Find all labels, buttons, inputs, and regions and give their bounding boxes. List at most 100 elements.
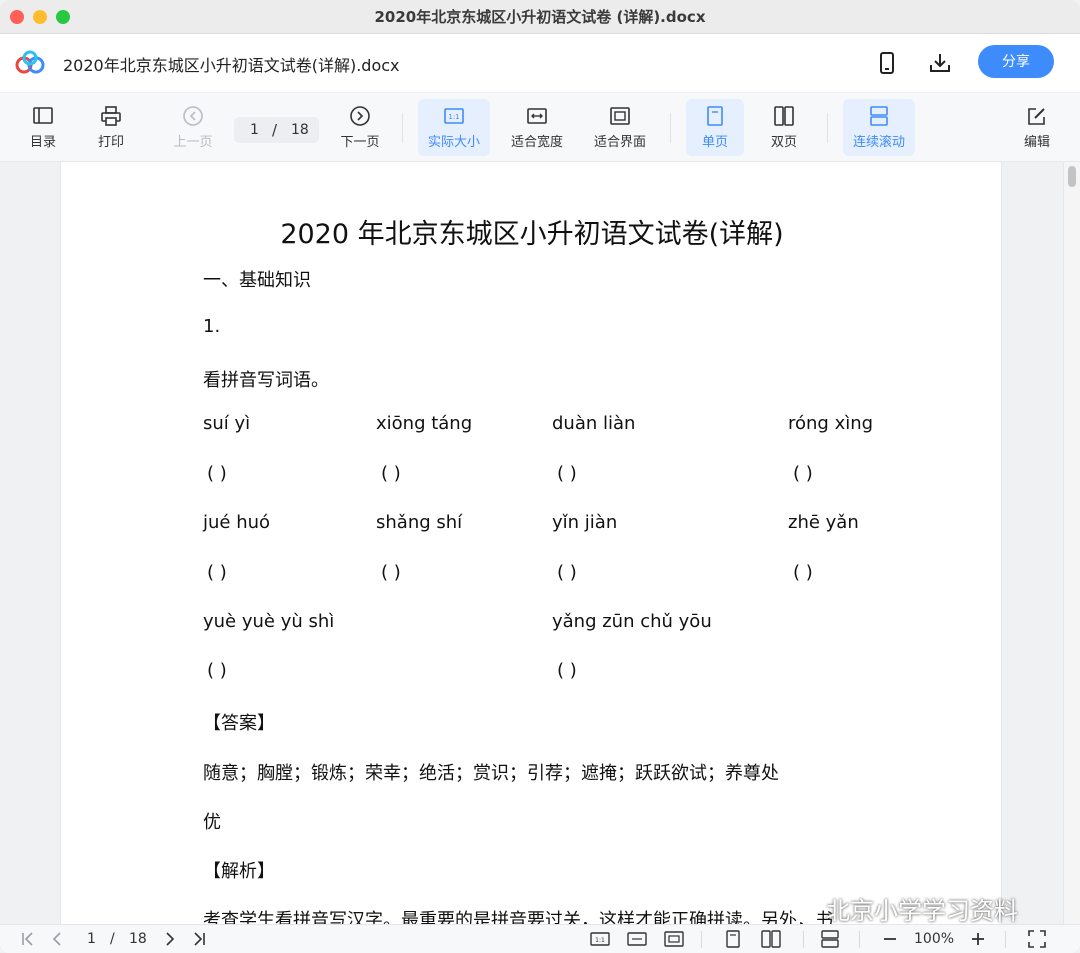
fit-width-label: 适合宽度: [510, 135, 563, 150]
document-page: 2020 年北京东城区小升初语文试卷(详解) 一、基础知识 1. 看拼音写词语。…: [60, 162, 1002, 924]
next-page-button[interactable]: 下一页: [333, 99, 387, 156]
next-page-status-button[interactable]: [160, 929, 180, 949]
toc-icon: [33, 107, 53, 124]
answer-blank: ( ): [381, 562, 401, 583]
status-actual-size-button[interactable]: 1:1: [590, 929, 610, 949]
minus-icon: [884, 938, 896, 940]
document-title: 2020 年北京东城区小升初语文试卷(详解): [280, 219, 784, 250]
answer-blank: ( ): [557, 562, 577, 583]
prev-page-label: 上一页: [173, 135, 213, 150]
actual-size-label: 实际大小: [427, 135, 480, 150]
question-instruction: 看拼音写词语。: [203, 370, 329, 391]
answer-text: 随意；胸膛；锻炼；荣幸；绝活；赏识；引荐；遮掩；跃跃欲试；养尊处: [203, 763, 779, 784]
toolbar-divider: [670, 113, 671, 143]
status-total-pages: 18: [129, 931, 147, 947]
status-continuous-scroll-button[interactable]: [820, 929, 840, 949]
pinyin-item: suí yì: [203, 413, 251, 434]
zoom-in-button[interactable]: [968, 929, 988, 949]
zoom-level[interactable]: 100%: [914, 931, 954, 947]
app-header: 2020年北京东城区小升初语文试卷(详解).docx 分享: [0, 34, 1080, 93]
answer-blank: ( ): [207, 463, 227, 484]
double-page-label: 双页: [770, 135, 797, 150]
vertical-scrollbar[interactable]: [1063, 162, 1080, 924]
edit-icon: [1028, 108, 1045, 125]
pinyin-item: róng xìng: [788, 413, 874, 434]
pinyin-item: jué huó: [203, 512, 271, 533]
status-page-separator: /: [110, 931, 115, 947]
double-page-icon: [761, 930, 781, 948]
fullscreen-button[interactable]: [1027, 929, 1047, 949]
continuous-scroll-label: 连续滚动: [852, 135, 905, 150]
status-single-page-button[interactable]: [723, 929, 743, 949]
fit-width-button[interactable]: 适合宽度: [503, 99, 571, 156]
chevron-right-icon: [166, 932, 175, 946]
baidu-netdisk-logo-icon: [15, 50, 45, 74]
status-fit-screen-button[interactable]: [664, 929, 684, 949]
fit-screen-icon: [610, 107, 630, 125]
actual-size-icon: 1:1: [590, 932, 610, 946]
pinyin-item: shǎng shí: [376, 512, 463, 533]
question-number: 1.: [203, 316, 221, 337]
download-icon[interactable]: [927, 50, 953, 76]
double-page-button[interactable]: 双页: [756, 99, 812, 156]
edit-button[interactable]: 编辑: [1012, 99, 1062, 156]
toc-label: 目录: [29, 135, 56, 150]
app-window: 2020年北京东城区小升初语文试卷 (详解).docx 2020年北京东城区小升…: [0, 0, 1080, 953]
phone-icon[interactable]: [874, 50, 900, 76]
analysis-text: 考查学生看拼音写汉字。最重要的是拼音要过关，这样才能正确拼读。另外，书: [203, 910, 833, 924]
scrollbar-thumb[interactable]: [1068, 166, 1076, 187]
pinyin-item: yǐn jiàn: [552, 512, 618, 533]
actual-size-button[interactable]: 1:1 实际大小: [418, 99, 490, 156]
status-current-page[interactable]: 1: [87, 931, 96, 947]
first-page-icon: [22, 932, 33, 946]
single-page-button[interactable]: 单页: [686, 99, 744, 156]
answer-blank: ( ): [557, 660, 577, 681]
chevron-left-icon: [52, 932, 61, 946]
continuous-scroll-icon: [821, 930, 839, 948]
toolbar-divider: [827, 113, 828, 143]
pinyin-item: xiōng táng: [376, 413, 473, 434]
status-fit-width-button[interactable]: [627, 929, 647, 949]
section-heading: 一、基础知识: [203, 270, 311, 291]
status-divider: [803, 931, 804, 948]
zoom-out-button[interactable]: [880, 929, 900, 949]
fullscreen-icon: [1028, 930, 1046, 948]
pinyin-item: duàn liàn: [552, 413, 636, 434]
printer-icon: [101, 106, 121, 126]
pinyin-item: zhē yǎn: [788, 512, 859, 533]
page-separator: /: [272, 121, 278, 139]
svg-text:1:1: 1:1: [448, 113, 459, 121]
status-divider: [859, 931, 860, 948]
status-divider: [1005, 931, 1006, 948]
answer-blank: ( ): [207, 562, 227, 583]
current-page: 1: [250, 122, 259, 138]
plus-icon: [972, 933, 984, 945]
continuous-scroll-button[interactable]: 连续滚动: [843, 99, 915, 156]
prev-page-button[interactable]: 上一页: [166, 99, 220, 156]
print-button[interactable]: 打印: [86, 99, 136, 156]
single-page-icon: [707, 106, 723, 126]
prev-page-status-button[interactable]: [47, 929, 67, 949]
status-double-page-button[interactable]: [761, 929, 781, 949]
toc-button[interactable]: 目录: [18, 99, 68, 156]
toolbar-divider: [402, 113, 403, 143]
page-number-input[interactable]: 1 / 18: [234, 117, 319, 143]
answer-text: 优: [203, 812, 221, 833]
window-title: 2020年北京东城区小升初语文试卷 (详解).docx: [374, 8, 706, 26]
share-button[interactable]: 分享: [978, 45, 1054, 78]
svg-text:1:1: 1:1: [595, 937, 605, 944]
fit-screen-button[interactable]: 适合界面: [586, 99, 654, 156]
answer-blank: ( ): [793, 562, 813, 583]
watermark-text: 北京小学学习资料: [826, 897, 1018, 925]
pinyin-item: yuè yuè yù shì: [203, 611, 335, 632]
fit-screen-label: 适合界面: [593, 135, 646, 150]
document-viewport[interactable]: 2020 年北京东城区小升初语文试卷(详解) 一、基础知识 1. 看拼音写词语。…: [0, 162, 1080, 924]
last-page-button[interactable]: [189, 929, 209, 949]
continuous-scroll-icon: [870, 106, 888, 126]
analysis-label: 【解析】: [203, 861, 275, 882]
document-name: 2020年北京东城区小升初语文试卷(详解).docx: [63, 56, 400, 75]
print-label: 打印: [97, 135, 124, 150]
next-page-label: 下一页: [340, 135, 380, 150]
first-page-button[interactable]: [18, 929, 38, 949]
fit-width-icon: [627, 932, 647, 946]
